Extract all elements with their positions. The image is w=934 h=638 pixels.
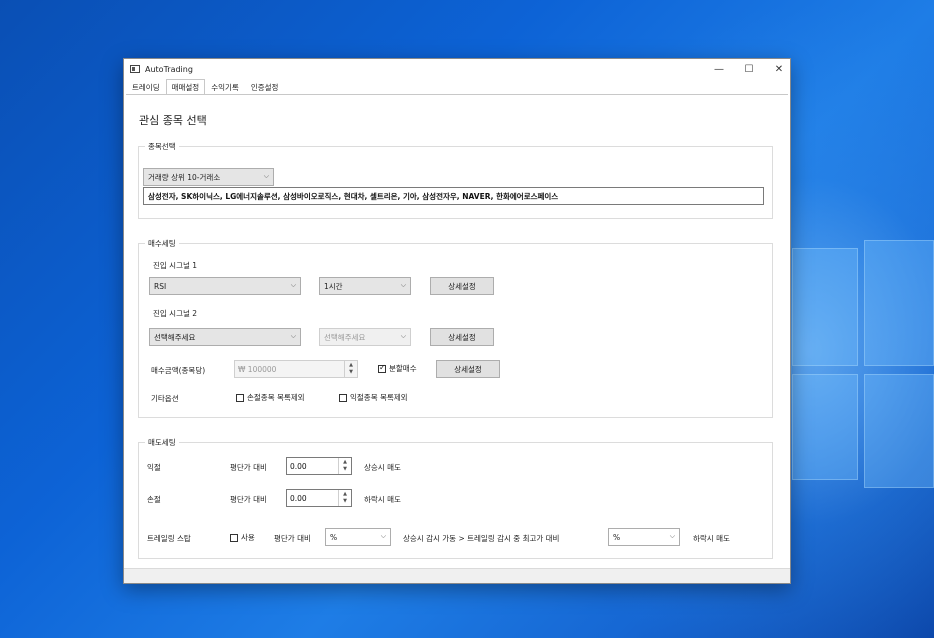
stock-list-field[interactable]: 삼성전자, SK하이닉스, LG에너지솔루션, 삼성바이오로직스, 현대차, 셀…	[143, 187, 764, 205]
signal2-dropdown[interactable]: 선택해주세요 ⌵	[149, 328, 301, 346]
status-bar	[124, 568, 790, 583]
other-options-label: 기타옵션	[151, 394, 179, 403]
app-icon	[130, 65, 140, 73]
dropdown-value: %	[613, 532, 621, 542]
maximize-icon[interactable]: ☐	[734, 59, 764, 79]
app-window: AutoTrading — ☐ ✕ 트레이딩 매매설정 수익기록 인증설정 관심…	[123, 58, 791, 584]
chevron-down-icon: ⌵	[263, 172, 269, 180]
chevron-down-icon: ⌵	[380, 532, 386, 540]
stepper-arrows-icon[interactable]: ▲ ▼	[338, 490, 351, 506]
take-profit-compare-label: 평단가 대비	[230, 463, 267, 472]
exclude-profit-checkbox[interactable]: 익절종목 목록제외	[339, 392, 408, 403]
stop-loss-stepper[interactable]: 0.00 ▲ ▼	[286, 489, 352, 507]
exclude-loss-checkbox[interactable]: 손절종목 목록제외	[236, 392, 305, 403]
chevron-down-icon: ⌵	[290, 332, 296, 340]
checkbox-checked-icon[interactable]	[378, 363, 386, 373]
amount-label: 매수금액(종목당)	[151, 366, 206, 375]
wallpaper-pane	[792, 374, 858, 480]
chevron-down-icon: ⌵	[400, 281, 406, 289]
trailing-use-checkbox[interactable]: 사용	[230, 532, 255, 543]
dropdown-value: 1시간	[324, 281, 343, 291]
dropdown-value: 선택해주세요	[154, 332, 196, 342]
trailing-rise-dropdown[interactable]: % ⌵	[325, 528, 391, 546]
stop-loss-compare-label: 평단가 대비	[230, 495, 267, 504]
signal1-dropdown[interactable]: RSI ⌵	[149, 277, 301, 295]
checkbox-label: 사용	[241, 533, 255, 542]
wallpaper-pane	[792, 248, 858, 366]
amount-stepper[interactable]: ₩ 100000 ▲ ▼	[234, 360, 358, 378]
signal2-label: 진입 시그널 2	[153, 309, 198, 318]
take-profit-value: 0.00	[290, 461, 307, 471]
split-buy-detail-button[interactable]: 상세설정	[436, 360, 500, 378]
checkbox-icon[interactable]	[236, 393, 244, 402]
tab-bar: 트레이딩 매매설정 수익기록 인증설정	[126, 79, 284, 94]
tab-trading[interactable]: 트레이딩	[126, 80, 166, 94]
checkbox-label: 분할매수	[389, 364, 417, 373]
group-legend: 종목선택	[145, 141, 179, 152]
signal1-timeframe-dropdown[interactable]: 1시간 ⌵	[319, 277, 411, 295]
signal1-label: 진입 시그널 1	[153, 261, 198, 270]
stop-loss-suffix: 하락시 매도	[364, 495, 401, 504]
page-title: 관심 종목 선택	[139, 114, 207, 127]
checkbox-icon[interactable]	[230, 533, 238, 542]
checkbox-label: 익절종목 목록제외	[350, 393, 408, 402]
stop-loss-value: 0.00	[290, 493, 307, 503]
chevron-down-icon: ⌵	[290, 281, 296, 289]
dropdown-value: %	[330, 532, 338, 542]
take-profit-suffix: 상승시 매도	[364, 463, 401, 472]
dropdown-value: 거래량 상위 10-거래소	[148, 172, 221, 182]
stepper-arrows-icon[interactable]: ▲ ▼	[338, 458, 351, 474]
checkbox-label: 손절종목 목록제외	[247, 393, 305, 402]
wallpaper-pane	[864, 374, 934, 488]
trailing-stop-label: 트레일링 스탑	[147, 534, 191, 543]
trailing-drop-dropdown[interactable]: % ⌵	[608, 528, 680, 546]
chevron-down-icon: ⌵	[400, 332, 406, 340]
amount-value: ₩ 100000	[238, 364, 277, 374]
stepper-arrows-icon[interactable]: ▲ ▼	[344, 361, 357, 377]
title-bar[interactable]: AutoTrading	[124, 59, 790, 79]
dropdown-value: RSI	[154, 281, 167, 291]
checkbox-icon[interactable]	[339, 393, 347, 402]
dropdown-value: 선택해주세요	[324, 332, 366, 342]
trailing-mid-label: 상승시 감시 가동 > 트레일링 감시 중 최고가 대비	[403, 534, 560, 543]
split-buy-checkbox[interactable]: 분할매수	[378, 363, 417, 374]
take-profit-stepper[interactable]: 0.00 ▲ ▼	[286, 457, 352, 475]
group-legend: 매도세팅	[145, 437, 179, 448]
tab-auth-settings[interactable]: 인증설정	[245, 80, 285, 94]
group-legend: 매수세팅	[145, 238, 179, 249]
take-profit-label: 익절	[147, 463, 161, 472]
tab-content: 관심 종목 선택 종목선택 거래량 상위 10-거래소 ⌵ 삼성전자, SK하이…	[126, 94, 788, 569]
close-icon[interactable]: ✕	[764, 59, 794, 79]
tab-profit-history[interactable]: 수익기록	[205, 80, 245, 94]
wallpaper-pane	[864, 240, 934, 366]
trailing-suffix: 하락시 매도	[693, 534, 730, 543]
trailing-compare-label: 평단가 대비	[274, 534, 311, 543]
minimize-icon[interactable]: —	[704, 59, 734, 79]
tab-trade-settings[interactable]: 매매설정	[165, 79, 206, 94]
window-title: AutoTrading	[145, 64, 193, 74]
stock-filter-dropdown[interactable]: 거래량 상위 10-거래소 ⌵	[143, 168, 274, 186]
signal2-detail-button[interactable]: 상세설정	[430, 328, 494, 346]
stop-loss-label: 손절	[147, 495, 161, 504]
signal1-detail-button[interactable]: 상세설정	[430, 277, 494, 295]
signal2-timeframe-dropdown[interactable]: 선택해주세요 ⌵	[319, 328, 411, 346]
chevron-down-icon: ⌵	[669, 532, 675, 540]
